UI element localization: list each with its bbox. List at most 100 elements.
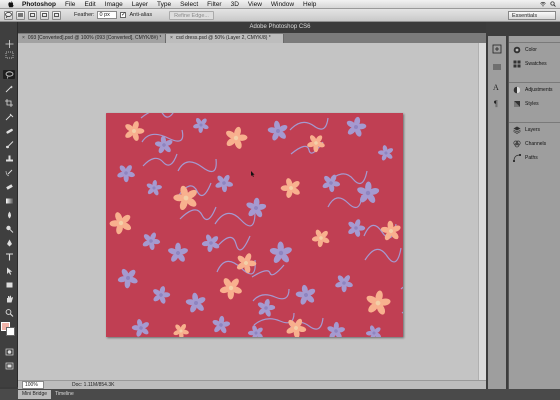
character-panel-icon[interactable]: A [492,82,502,92]
flower-motif [327,321,345,337]
anti-alias-checkbox[interactable]: ✓ [120,12,127,18]
flower-motif [380,220,401,241]
history-panel-icon[interactable] [492,44,502,54]
panel-label: Styles [525,101,539,107]
add-selection-button[interactable] [28,10,37,20]
flower-motif [109,212,132,235]
quick-mask-button[interactable] [3,347,15,356]
flower-motif [219,278,242,300]
panel-adjustments[interactable]: Adjustments [509,83,560,97]
tool-path-select[interactable] [3,266,15,275]
menu-filter[interactable]: Filter [207,0,221,9]
subtract-selection-button[interactable] [40,10,49,20]
menu-file[interactable]: File [65,0,75,9]
tab-mini-bridge[interactable]: Mini Bridge [18,390,52,399]
tool-history-brush[interactable] [3,168,15,177]
tab-timeline[interactable]: Timeline [51,390,78,399]
tool-gradient[interactable] [3,196,15,205]
menu-window[interactable]: Window [271,0,294,9]
quick-mask-icon [5,348,13,355]
panel-styles[interactable]: Styles [509,97,560,111]
tool-brush[interactable] [3,140,15,149]
document-info[interactable]: Doc: 1.11M/854.3K [72,382,114,388]
screen-mode-button[interactable] [3,361,15,370]
tool-pen[interactable] [3,238,15,247]
tool-blur[interactable] [3,210,15,219]
feather-input[interactable]: 0 px [97,11,118,19]
tool-move[interactable] [3,39,15,48]
flower-motif [168,242,188,262]
close-icon[interactable]: × [170,34,173,43]
menu-help[interactable]: Help [303,0,316,9]
flower-motif [212,315,231,334]
gradient-icon [5,198,13,203]
flower-motif [365,325,381,337]
tool-shape[interactable] [3,280,15,289]
zoom-level-field[interactable]: 100% [22,381,44,389]
floral-pattern [106,113,403,337]
vertical-scrollbar[interactable] [478,43,486,380]
flower-stem [252,288,290,302]
canvas-area[interactable] [18,43,486,380]
panel-color[interactable]: Color [509,43,560,57]
tab-093-converted[interactable]: × 093 [Converted].psd @ 100% (093 [Conve… [18,34,166,43]
menu-select[interactable]: Select [180,0,198,9]
panel-channels[interactable]: Channels [509,137,560,151]
adjustments-icon [513,86,521,94]
menu-edit[interactable]: Edit [84,0,95,9]
tool-clone-stamp[interactable] [3,154,15,163]
tool-dodge[interactable] [3,224,15,233]
menu-view[interactable]: View [248,0,262,9]
tool-eraser[interactable] [3,182,15,191]
stamp-icon [5,155,13,161]
status-bar: 100% Doc: 1.11M/854.3K [18,380,486,389]
flower-stem [327,194,363,209]
flower-motif [142,232,161,251]
svg-text:A: A [493,83,499,92]
flower-motif [173,323,189,337]
flower-motif [335,275,353,293]
refine-edge-button[interactable]: Refine Edge... [169,10,214,20]
flower-stem [140,113,174,119]
panel-paths[interactable]: Paths [509,151,560,165]
panel-group-layers: Layers Channels Paths [509,122,560,165]
panel-layers[interactable]: Layers [509,123,560,137]
tool-eyedropper[interactable] [3,112,15,121]
eraser-icon [5,183,13,190]
spotlight-icon[interactable] [550,1,556,7]
wifi-icon[interactable] [540,1,546,7]
panel-swatches[interactable]: Swatches [509,57,560,71]
tool-preset-picker[interactable] [4,10,13,20]
paragraph-panel-icon[interactable]: ¶ [492,98,502,108]
tool-lasso[interactable] [3,70,15,79]
menu-3d[interactable]: 3D [231,0,239,9]
menu-image[interactable]: Image [105,0,123,9]
flower-motif [377,145,394,161]
flower-motif [185,292,206,313]
new-selection-button[interactable] [16,10,25,20]
tool-quick-select[interactable] [3,84,15,93]
tool-crop[interactable] [3,98,15,107]
intersect-selection-button[interactable] [52,10,61,20]
menu-app-name[interactable]: Photoshop [22,0,56,9]
tool-healing[interactable] [3,126,15,135]
background-color-swatch[interactable] [6,327,15,336]
properties-panel-icon[interactable] [492,62,502,72]
eyedropper-icon [5,113,13,120]
hand-icon [6,295,13,302]
menu-type[interactable]: Type [157,0,171,9]
flower-motif [236,253,257,274]
close-icon[interactable]: × [22,34,25,43]
tab-csd-dress[interactable]: × csd dress.psd @ 50% (Layer 2, CMYK/8) … [166,34,284,43]
flower-motif [215,174,234,193]
flower-motif [307,135,325,153]
tool-hand[interactable] [3,294,15,303]
document-canvas[interactable] [106,113,403,337]
tool-type[interactable] [3,252,15,261]
menu-layer[interactable]: Layer [132,0,148,9]
workspace-switcher[interactable]: Essentials [508,11,556,20]
tool-zoom[interactable] [3,308,15,317]
apple-icon[interactable] [8,0,14,8]
svg-text:¶: ¶ [494,99,498,108]
tool-marquee[interactable] [3,50,15,59]
